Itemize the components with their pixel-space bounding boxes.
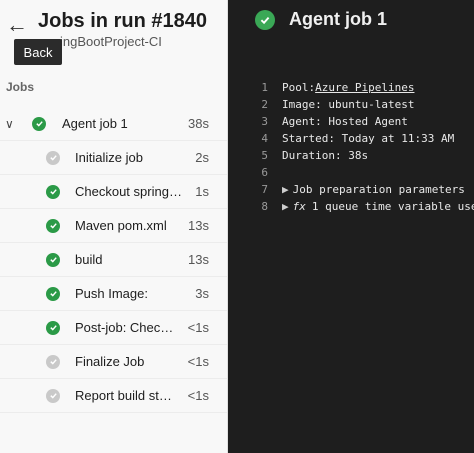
pool-link[interactable]: Azure Pipelines (315, 79, 414, 96)
log-line-expandable[interactable]: 8 ▶ fx 1 queue time variable used (252, 198, 474, 215)
skipped-check-icon (46, 388, 60, 403)
line-number: 5 (261, 149, 268, 162)
log-text: Duration: 38s (282, 149, 369, 162)
step-row[interactable]: Checkout spring… 1s (0, 175, 227, 209)
log-output: 1 Pool: Azure Pipelines 2 Image: ubuntu-… (252, 79, 474, 215)
step-row[interactable]: Report build st… <1s (0, 379, 227, 413)
step-row[interactable]: Initialize job 2s (0, 141, 227, 175)
log-line: 5 Duration: 38s (252, 147, 474, 164)
step-duration: 3s (195, 286, 209, 301)
log-line: 4 Started: Today at 11:33 AM (252, 130, 474, 147)
log-text: Job preparation parameters (292, 183, 465, 196)
jobs-panel: ← Jobs in run #1840 ingBootProject-CI Ba… (0, 0, 228, 453)
success-check-icon (46, 184, 60, 199)
step-label: Initialize job (75, 150, 143, 165)
success-check-icon (255, 10, 275, 30)
line-number: 4 (261, 132, 268, 145)
step-label: Post-job: Chec… (75, 320, 174, 335)
step-duration: <1s (187, 320, 209, 335)
job-label: Agent job 1 (62, 116, 128, 131)
log-line-expandable[interactable]: 7 ▶ Job preparation parameters (252, 181, 474, 198)
step-label: Checkout spring… (75, 184, 182, 199)
back-arrow-icon[interactable]: ← (4, 8, 30, 42)
success-check-icon (32, 116, 46, 131)
step-duration: <1s (187, 354, 209, 369)
step-label: Report build st… (75, 388, 172, 403)
step-row[interactable]: Finalize Job <1s (0, 345, 227, 379)
skipped-check-icon (46, 354, 60, 369)
expand-triangle-icon[interactable]: ▶ (282, 181, 289, 198)
step-label: build (75, 252, 103, 267)
line-number: 6 (261, 166, 268, 179)
step-label: Maven pom.xml (75, 218, 167, 233)
step-row[interactable]: Push Image: 3s (0, 277, 227, 311)
log-line: 3 Agent: Hosted Agent (252, 113, 474, 130)
log-line: 6 (252, 164, 474, 181)
log-text: 1 queue time variable used (311, 200, 474, 213)
job-row-agent-job[interactable]: ∨ Agent job 1 38s (0, 107, 227, 141)
page-title: Jobs in run #1840 (38, 10, 207, 32)
log-text: Started: Today at 11:33 AM (282, 132, 455, 145)
step-duration: 1s (195, 184, 209, 199)
success-check-icon (46, 320, 60, 335)
success-check-icon (46, 286, 60, 301)
log-text: Pool: (282, 81, 316, 94)
log-line: 2 Image: ubuntu-latest (252, 96, 474, 113)
log-text: Agent: Hosted Agent (282, 115, 408, 128)
line-number: 1 (261, 81, 268, 94)
success-check-icon (46, 218, 60, 233)
line-number: 2 (261, 98, 268, 111)
step-row[interactable]: Post-job: Chec… <1s (0, 311, 227, 345)
job-detail-panel (228, 0, 474, 453)
log-text: Image: ubuntu-latest (282, 98, 415, 111)
line-number: 7 (261, 183, 268, 196)
line-number: 3 (261, 115, 268, 128)
back-tooltip: Back (14, 39, 62, 65)
step-duration: 13s (188, 218, 209, 233)
step-label: Finalize Job (75, 354, 145, 369)
step-row[interactable]: Maven pom.xml 13s (0, 209, 227, 243)
step-row[interactable]: build 13s (0, 243, 227, 277)
step-duration: 13s (188, 252, 209, 267)
pipeline-name: ingBootProject-CI (60, 34, 162, 49)
step-duration: 2s (195, 150, 209, 165)
step-duration: <1s (187, 388, 209, 403)
expand-triangle-icon[interactable]: ▶ (282, 198, 289, 215)
step-label: Push Image: (75, 286, 148, 301)
skipped-check-icon (46, 150, 60, 165)
function-icon: fx (292, 200, 306, 213)
job-detail-title: Agent job 1 (289, 9, 387, 29)
chevron-down-icon[interactable]: ∨ (5, 117, 14, 131)
line-number: 8 (261, 200, 268, 213)
jobs-section-label: Jobs (6, 80, 35, 94)
log-line: 1 Pool: Azure Pipelines (252, 79, 474, 96)
success-check-icon (46, 252, 60, 267)
job-duration: 38s (188, 116, 209, 131)
